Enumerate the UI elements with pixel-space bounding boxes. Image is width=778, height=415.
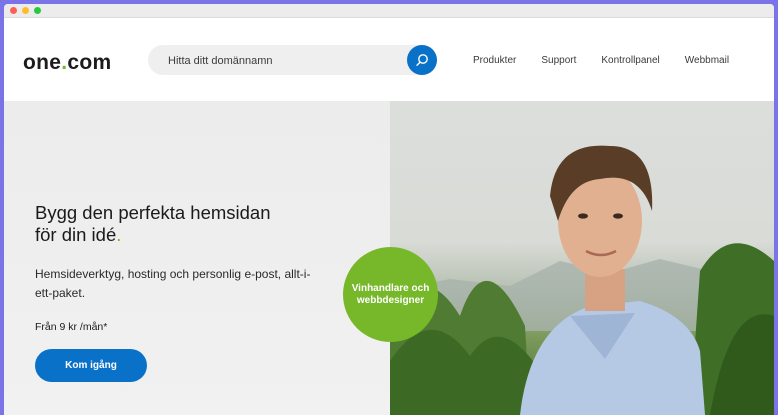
domain-search-input[interactable] bbox=[166, 45, 400, 77]
domain-search bbox=[148, 45, 437, 77]
hero-subline: Hemsideverktyg, hosting och personlig e-… bbox=[35, 267, 311, 300]
site-header: one.com Produkter Support Kontrollpanel … bbox=[4, 18, 774, 101]
hero-photo bbox=[390, 101, 774, 415]
maximize-window-button[interactable] bbox=[34, 7, 41, 14]
nav-produkter[interactable]: Produkter bbox=[473, 55, 516, 66]
hero-photo-illustration bbox=[390, 145, 774, 415]
logo[interactable]: one.com bbox=[23, 51, 111, 75]
nav-webbmail[interactable]: Webbmail bbox=[685, 55, 729, 66]
headline-line-1: Bygg den perfekta hemsidan bbox=[35, 202, 271, 223]
search-button[interactable] bbox=[407, 45, 437, 75]
hero-headline: Bygg den perfekta hemsidan för din idé. bbox=[35, 202, 335, 246]
minimize-window-button[interactable] bbox=[22, 7, 29, 14]
logo-prefix: one bbox=[23, 51, 62, 74]
headline-line-2: för din idé bbox=[35, 224, 117, 245]
headline-dot: . bbox=[116, 224, 122, 245]
close-window-button[interactable] bbox=[10, 7, 17, 14]
badge-text: Vinhandlare och webbdesigner bbox=[351, 282, 430, 306]
browser-window: one.com Produkter Support Kontrollpanel … bbox=[4, 4, 774, 415]
price-text: Från 9 kr /mån* bbox=[35, 321, 108, 333]
titlebar bbox=[4, 4, 774, 18]
nav-kontrollpanel[interactable]: Kontrollpanel bbox=[601, 55, 659, 66]
main-nav: Produkter Support Kontrollpanel Webbmail bbox=[473, 55, 754, 66]
logo-suffix: com bbox=[67, 51, 112, 74]
get-started-button[interactable]: Kom igång bbox=[35, 349, 147, 382]
hero-section: Bygg den perfekta hemsidan för din idé. … bbox=[4, 101, 774, 415]
hero-text-panel: Bygg den perfekta hemsidan för din idé. … bbox=[4, 101, 390, 415]
search-icon bbox=[416, 54, 428, 66]
nav-support[interactable]: Support bbox=[541, 55, 576, 66]
testimonial-badge: Vinhandlare och webbdesigner bbox=[343, 247, 438, 342]
